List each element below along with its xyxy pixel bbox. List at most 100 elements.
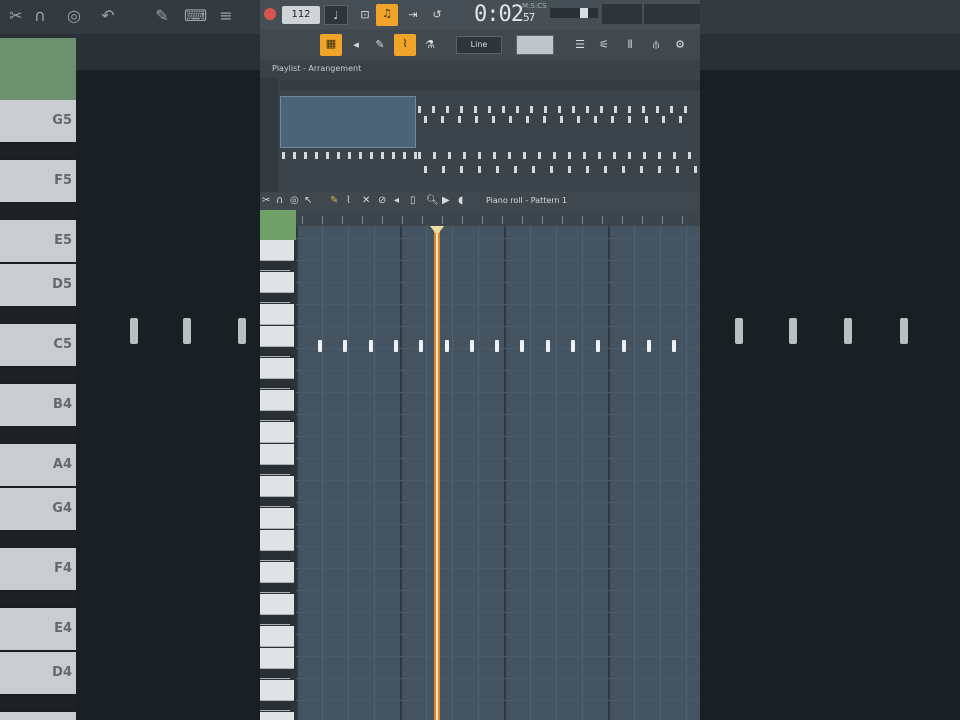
background-key: D5 — [0, 264, 76, 306]
pointer-icon[interactable]: ↖ — [304, 192, 312, 210]
magnet-icon[interactable]: ∩ — [276, 192, 283, 210]
pattern-note — [424, 166, 427, 173]
background-key — [0, 308, 76, 322]
black-key[interactable] — [260, 498, 290, 507]
grid-row-line — [296, 304, 700, 305]
grid-row-line — [296, 414, 700, 415]
select-tool-icon[interactable]: ▯ — [410, 192, 416, 210]
white-key[interactable] — [260, 240, 294, 261]
white-key[interactable] — [260, 648, 294, 669]
note[interactable] — [495, 340, 500, 352]
white-key[interactable] — [260, 712, 294, 720]
note[interactable] — [343, 340, 348, 352]
white-key[interactable] — [260, 594, 294, 615]
loop-button[interactable]: ⇥ — [402, 5, 424, 25]
mixer-icon[interactable]: ⦀ — [620, 35, 640, 55]
paint-tool-icon[interactable]: ⌇ — [394, 34, 416, 56]
black-key[interactable] — [260, 552, 290, 561]
tempo-display[interactable]: 112 — [282, 6, 320, 24]
note[interactable] — [672, 340, 677, 352]
black-key[interactable] — [260, 616, 290, 625]
slice-tool-icon[interactable]: ◂ — [394, 192, 399, 210]
background-note — [238, 318, 246, 344]
pattern-note — [516, 106, 519, 113]
delete-tool-icon[interactable]: ✕ — [362, 192, 370, 210]
black-key[interactable] — [260, 412, 290, 421]
white-key[interactable] — [260, 272, 294, 293]
pencil-tool-icon[interactable]: ✎ — [370, 35, 390, 55]
background-key: E5 — [0, 220, 76, 262]
note[interactable] — [596, 340, 601, 352]
white-key[interactable] — [260, 304, 294, 325]
white-key[interactable] — [260, 626, 294, 647]
white-key[interactable] — [260, 358, 294, 379]
piano-keyboard[interactable] — [260, 240, 296, 720]
black-key[interactable] — [260, 670, 290, 679]
speaker-icon[interactable]: ◖ — [458, 192, 463, 210]
zoom-tool-icon[interactable]: 🔍︎ — [426, 192, 439, 210]
note[interactable] — [621, 340, 626, 352]
note[interactable] — [419, 340, 424, 352]
record-button[interactable] — [264, 8, 276, 20]
target-icon[interactable]: ◎ — [290, 192, 299, 210]
white-key[interactable] — [260, 562, 294, 583]
pattern-note — [572, 106, 575, 113]
master-volume-meter[interactable] — [550, 8, 598, 18]
paint-tool-icon[interactable]: ⌇ — [346, 192, 351, 210]
settings-icon[interactable]: ⚙ — [670, 35, 690, 55]
background-key — [0, 368, 76, 382]
note[interactable] — [393, 340, 398, 352]
pattern-note — [496, 166, 499, 173]
mute-tool-icon[interactable]: ⊘ — [378, 192, 386, 210]
black-key[interactable] — [260, 702, 290, 711]
black-key[interactable] — [260, 262, 290, 271]
note[interactable] — [520, 340, 525, 352]
cut-icon[interactable]: ✂ — [262, 192, 270, 210]
plugin-button[interactable]: ⚗ — [420, 35, 440, 55]
pattern-note — [502, 106, 505, 113]
audio-clip[interactable] — [280, 96, 416, 148]
black-key[interactable] — [260, 380, 290, 389]
white-key[interactable] — [260, 680, 294, 701]
black-key[interactable] — [260, 348, 290, 357]
note[interactable] — [444, 340, 449, 352]
white-key[interactable] — [260, 444, 294, 465]
note[interactable] — [646, 340, 651, 352]
white-key[interactable] — [260, 326, 294, 347]
piano-roll-toolbar: ✂ ∩ ◎ ↖ ✎ ⌇ ✕ ⊘ ◂ ▯ 🔍︎ ▶ ◖ Piano roll - … — [260, 192, 700, 210]
white-key[interactable] — [260, 530, 294, 551]
black-key[interactable] — [260, 584, 290, 593]
black-key[interactable] — [260, 466, 290, 475]
note[interactable] — [545, 340, 550, 352]
white-key[interactable] — [260, 390, 294, 411]
browser-button[interactable]: ◂ — [346, 35, 366, 55]
countdown-button[interactable]: ↺ — [426, 5, 448, 25]
draw-tool-icon[interactable]: ✎ — [330, 192, 338, 210]
white-key[interactable] — [260, 476, 294, 497]
wait-button[interactable]: ⊡ — [354, 5, 376, 25]
memory-meter — [644, 4, 700, 24]
pattern-song-toggle[interactable]: ♫ — [376, 4, 398, 26]
note[interactable] — [571, 340, 575, 352]
eq-icon[interactable]: ⫛ — [646, 35, 666, 55]
playhead[interactable] — [434, 226, 440, 720]
volume-slider-thumb[interactable] — [580, 8, 588, 18]
white-key[interactable] — [260, 508, 294, 529]
note[interactable] — [318, 340, 322, 352]
white-key[interactable] — [260, 422, 294, 443]
snap-select[interactable]: Line — [456, 36, 502, 54]
pattern-select[interactable] — [516, 35, 554, 55]
piano-roll-ruler[interactable] — [296, 210, 700, 226]
note[interactable] — [469, 340, 474, 352]
playhead-marker[interactable] — [430, 226, 444, 235]
note-grid[interactable] — [296, 226, 700, 720]
playback-tool-icon[interactable]: ▶ — [442, 192, 450, 210]
mixer-button[interactable]: ▦ — [320, 34, 342, 56]
channel-rack-icon[interactable]: ☰ — [570, 35, 590, 55]
note[interactable] — [368, 340, 373, 352]
piano-roll-icon[interactable]: ⚟ — [594, 35, 614, 55]
background-target-icon: ◎ — [67, 6, 81, 25]
metronome-button[interactable]: ♩ — [324, 5, 348, 25]
playlist-ruler[interactable] — [280, 80, 700, 90]
black-key[interactable] — [260, 294, 290, 303]
